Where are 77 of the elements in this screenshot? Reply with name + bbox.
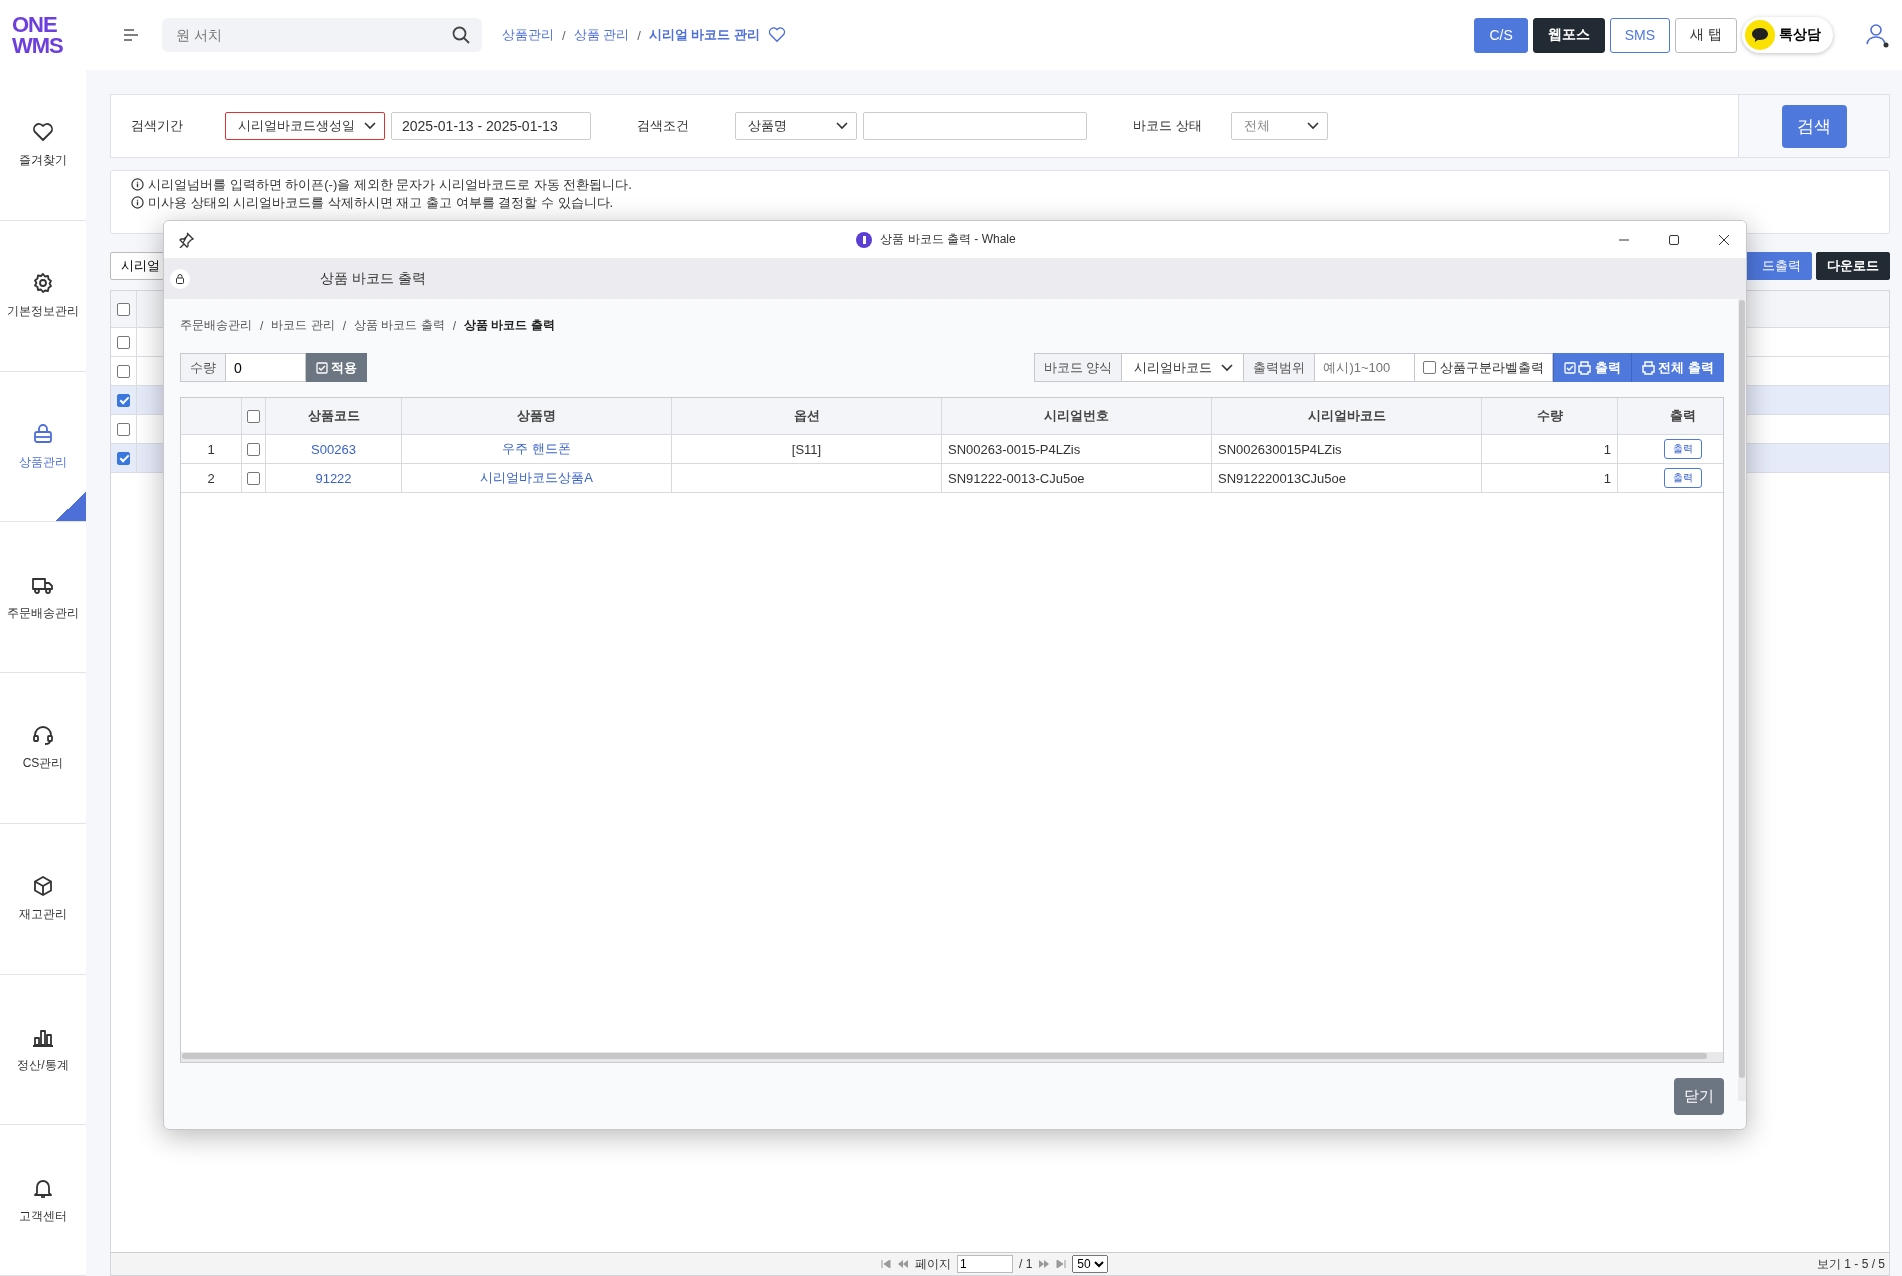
notice-text: 시리얼넘버를 입력하면 하이픈(-)을 제외한 문자가 시리얼바코드로 자동 전환됩니다. [148, 177, 632, 192]
sidebar-item[interactable]: 기본정보관리 [0, 220, 86, 372]
print-all-button[interactable]: 전체 출력 [1631, 353, 1724, 382]
table-cell: [S11] [672, 435, 942, 463]
breadcrumb-separator: / [342, 318, 347, 333]
field-label: 바코드 양식 [1033, 353, 1123, 382]
breadcrumb-link[interactable]: 상품 바코드 출력 [354, 317, 445, 334]
breadcrumb-link[interactable]: 주문배송관리 [180, 317, 252, 334]
field-label: 바코드 상태 [1133, 117, 1203, 135]
row-print-button[interactable]: 출력 [1664, 468, 1702, 488]
apply-button[interactable]: 적용 [306, 353, 367, 382]
page-size-select[interactable]: 50 [1072, 1255, 1109, 1273]
page-field[interactable]: 1 [957, 1255, 1013, 1273]
column-header: 옵션 [672, 398, 942, 434]
page-summary: 보기 1 - 5 / 5 [1816, 1255, 1885, 1273]
search-button[interactable]: 검색 [1781, 104, 1847, 148]
breadcrumb-link[interactable]: 시리얼 바코드 관리 [648, 26, 761, 44]
breadcrumb-link[interactable]: 상품 바코드 출력 [464, 317, 555, 334]
column-header: 시리얼번호 [942, 398, 1212, 434]
table-cell: 1 [1482, 464, 1618, 492]
product-code-link[interactable]: S00263 [266, 435, 402, 463]
field-label: 검색기간 [131, 117, 184, 135]
header-button[interactable]: 새 탭 [1675, 17, 1737, 53]
table-cell: 1 [1482, 435, 1618, 463]
window-title: 상품 바코드 출력 - Whale [880, 231, 1016, 248]
quantity-field[interactable]: 0 [226, 353, 306, 382]
breadcrumb-separator: / [637, 27, 641, 43]
date-range-field[interactable]: 2025-01-13 - 2025-01-13 [391, 112, 591, 140]
address-text: 상품 바코드 출력 [320, 269, 426, 288]
column-header: 시리얼바코드 [1212, 398, 1482, 434]
field-label: 수량 [180, 353, 226, 382]
chat-button[interactable]: 톡상담 [1742, 17, 1833, 53]
sidebar-item[interactable]: 고객센터 [0, 1125, 86, 1276]
product-name-link[interactable]: 시리얼바코드상품A [402, 464, 672, 492]
row-print-button[interactable]: 출력 [1664, 439, 1702, 459]
breadcrumb-link[interactable]: 바코드 관리 [271, 317, 335, 334]
table-cell: SN91222-0013-CJu5oe [942, 464, 1212, 492]
table-cell: SN00263-0015-P4LZis [942, 435, 1212, 463]
product-code-link[interactable]: 91222 [266, 464, 402, 492]
range-field[interactable]: 예시)1~100 [1315, 353, 1416, 382]
header-button[interactable]: C/S [1474, 17, 1528, 53]
column-header: 상품명 [402, 398, 672, 434]
sidebar-item[interactable]: 즐겨찾기 [0, 70, 86, 221]
table-cell: SN002630015P4LZis [1212, 435, 1482, 463]
breadcrumb-separator: / [260, 318, 264, 333]
breadcrumb-link[interactable]: 상품관리 [502, 26, 554, 44]
column-header: 수량 [1482, 398, 1618, 434]
breadcrumb-separator: / [452, 318, 457, 333]
close-button[interactable]: 닫기 [1674, 1077, 1724, 1115]
header-button[interactable]: SMS [1609, 17, 1671, 53]
page-total: / 1 [1019, 1257, 1033, 1271]
condition-select[interactable]: 상품명 [735, 112, 857, 140]
column-header: 상품코드 [266, 398, 402, 434]
product-name-link[interactable]: 우주 핸드폰 [402, 435, 672, 463]
page-label: 페이지 [915, 1255, 951, 1273]
sidebar-item[interactable]: 재고관리 [0, 823, 86, 975]
header-button[interactable]: 웹포스 [1532, 17, 1605, 53]
breadcrumb-separator: / [562, 27, 566, 43]
table-cell: 1 [181, 435, 242, 463]
logo: ONE WMS [12, 14, 64, 56]
sidebar-item[interactable]: CS관리 [0, 673, 86, 824]
table-cell: SN912220013CJu5oe [1212, 464, 1482, 492]
format-select[interactable]: 시리얼바코드 [1122, 353, 1244, 382]
sidebar-item[interactable]: 주문배송관리 [0, 522, 86, 673]
sidebar-item[interactable]: 정산/통계 [0, 974, 86, 1126]
print-button[interactable]: 출력 [1553, 353, 1632, 382]
status-select[interactable]: 전체 [1231, 112, 1328, 140]
label-print-checkbox[interactable]: 상품구분라벨출력 [1415, 353, 1554, 382]
toolbar-button[interactable]: 다운로드 [1816, 252, 1890, 280]
field-label: 검색조건 [637, 117, 690, 135]
field-label: 출력범위 [1243, 353, 1316, 382]
period-select[interactable]: 시리얼바코드생성일 [225, 112, 385, 140]
search-field[interactable]: 원 서치 [162, 18, 482, 52]
breadcrumb-link[interactable]: 상품 관리 [573, 26, 630, 44]
notice-text: 미사용 상태의 시리얼바코드를 삭제하시면 재고 출고 여부를 결정할 수 있습니다. [148, 195, 614, 210]
table-cell: 2 [181, 464, 242, 492]
search-input[interactable]: 원 서치 [174, 26, 452, 44]
